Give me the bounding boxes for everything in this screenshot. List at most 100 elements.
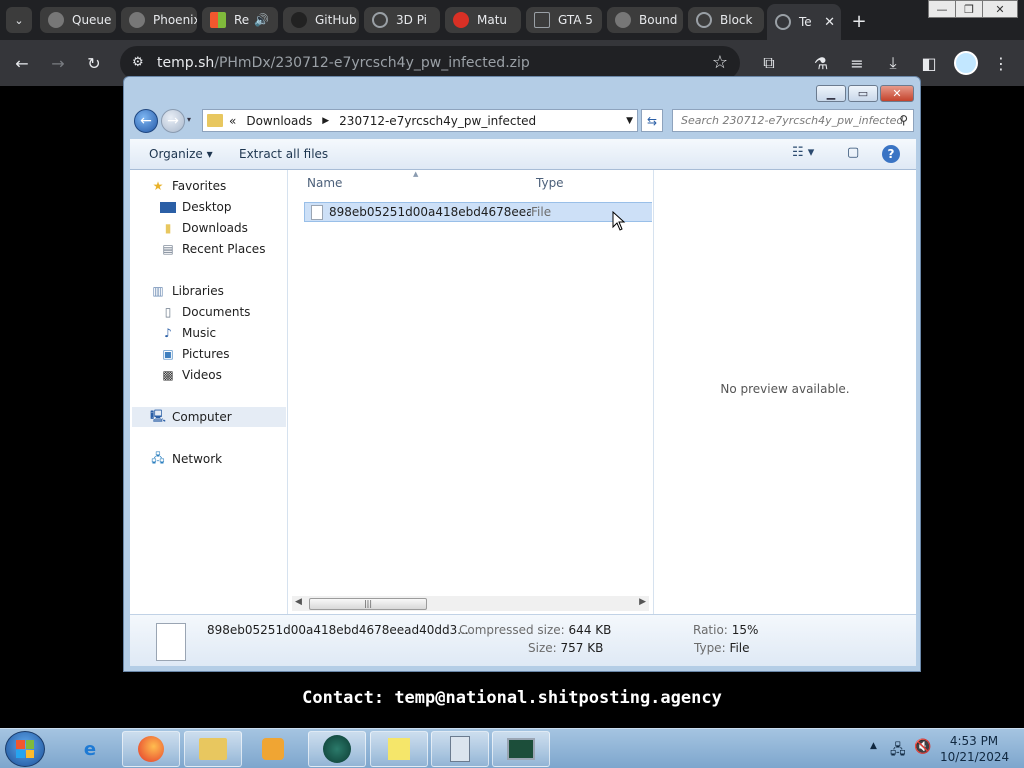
tab-3d-pi[interactable]: 3D Pi [364, 7, 440, 33]
reload-icon[interactable]: ↻ [81, 50, 107, 76]
tab-gta5[interactable]: GTA 5 [526, 7, 602, 33]
extensions-puzzle-icon[interactable]: ⧉ [756, 50, 782, 76]
tab-phoenix[interactable]: Phoenix [121, 7, 197, 33]
site-settings-icon[interactable]: ⚙ [132, 55, 148, 71]
tab-re[interactable]: Re 🔊 [202, 7, 278, 33]
nav-desktop[interactable]: Desktop [160, 197, 232, 217]
breadcrumb-downloads[interactable]: Downloads [246, 114, 312, 128]
labs-flask-icon[interactable]: ⚗ [808, 50, 834, 76]
nav-network[interactable]: 🖧 Network [150, 449, 222, 469]
new-tab-button[interactable]: + [846, 8, 872, 34]
start-button[interactable] [5, 731, 45, 767]
close-window-icon[interactable]: ✕ [982, 0, 1018, 18]
firefox-icon[interactable] [122, 731, 180, 767]
back-arrow-icon[interactable]: ← [9, 50, 35, 76]
recent-places-icon: ▤ [162, 242, 174, 256]
nav-label: Music [182, 326, 217, 340]
scrollbar-thumb[interactable]: ||| [309, 598, 427, 610]
organize-button[interactable]: Organize ▾ [149, 147, 213, 161]
side-panel-icon[interactable]: ◧ [916, 50, 942, 76]
column-header-name[interactable]: Name [307, 176, 342, 190]
explorer-minimize-icon[interactable]: ▁ [816, 85, 846, 102]
preview-pane-icon[interactable]: ▢ [847, 145, 859, 160]
profile-avatar[interactable] [954, 51, 978, 75]
details-filename: 898eb05251d00a418ebd4678eead40dd3... [207, 623, 469, 637]
tab-label: Re [234, 13, 250, 27]
tab-temp-active[interactable]: Te ✕ [767, 4, 841, 40]
forward-button[interactable]: → [161, 109, 185, 133]
show-hidden-icons-icon[interactable]: ▲ [870, 741, 877, 751]
media-control-icon[interactable]: ≡ [844, 50, 870, 76]
speaker-icon[interactable]: 🔊 [254, 13, 269, 27]
scroll-left-icon[interactable]: ◀ [295, 597, 302, 607]
network-tray-icon[interactable]: 🖧 [890, 739, 906, 763]
nav-music[interactable]: ♪ Music [160, 323, 216, 343]
tab-label: GTA 5 [558, 13, 593, 27]
tab-search-chevron-icon[interactable]: ⌄ [6, 7, 32, 33]
nav-downloads[interactable]: ▮ Downloads [160, 218, 248, 238]
column-header-type[interactable]: Type [536, 176, 564, 190]
sticky-notes-icon[interactable] [370, 731, 428, 767]
breadcrumb-separator-icon[interactable]: ▶ [322, 116, 329, 126]
restore-icon[interactable]: ❐ [955, 0, 983, 18]
nav-recent-places[interactable]: ▤ Recent Places [160, 239, 265, 259]
search-input[interactable]: Search 230712-e7yrcsch4y_pw_infected ⚲ [672, 109, 914, 132]
breadcrumb-archive[interactable]: 230712-e7yrcsch4y_pw_infected [339, 114, 536, 128]
system-clock[interactable]: 4:53 PM 10/21/2024 [940, 733, 1009, 765]
music-note-icon: ♪ [164, 326, 172, 340]
pictures-icon: ▣ [162, 347, 174, 361]
nav-libraries[interactable]: ▥ Libraries [150, 281, 224, 301]
search-placeholder: Search 230712-e7yrcsch4y_pw_infected [681, 114, 904, 127]
minimize-icon[interactable]: — [928, 0, 956, 18]
nav-favorites[interactable]: ★ Favorites [150, 176, 227, 196]
explorer-address-bar[interactable]: « Downloads ▶ 230712-e7yrcsch4y_pw_infec… [202, 109, 638, 132]
nav-documents[interactable]: ▯ Documents [160, 302, 251, 322]
contact-email[interactable]: temp@national.shitposting.agency [394, 688, 722, 708]
tab-queue[interactable]: Queue [40, 7, 116, 33]
taskbar: e ▲ 🖧 🔇 4:53 PM 10/21/2024 [0, 728, 1024, 768]
compressed-size-label: Compressed size: [459, 623, 565, 637]
mouse-cursor-icon [612, 211, 626, 231]
nav-pictures[interactable]: ▣ Pictures [160, 344, 229, 364]
calculator-icon[interactable] [431, 731, 489, 767]
file-row[interactable]: 898eb05251d00a418ebd4678eead40... File [304, 202, 652, 222]
search-icon[interactable]: ⚲ [899, 113, 908, 127]
task-manager-icon[interactable] [492, 731, 550, 767]
media-player-icon[interactable] [244, 731, 302, 767]
globe-icon [696, 12, 712, 28]
breadcrumb-overflow[interactable]: « [229, 114, 236, 128]
bookmark-star-icon[interactable]: ☆ [712, 52, 728, 73]
refresh-button[interactable]: ⇆ [641, 109, 663, 132]
explorer-maximize-icon[interactable]: ▭ [848, 85, 878, 102]
browser-app-icon[interactable] [308, 731, 366, 767]
obs-icon [129, 12, 145, 28]
tab-matu[interactable]: Matu [445, 7, 521, 33]
recent-pages-chevron-icon[interactable]: ▾ [187, 115, 191, 124]
explorer-close-icon[interactable]: ✕ [880, 85, 914, 102]
nav-label: Favorites [172, 179, 227, 193]
address-dropdown-icon[interactable]: ▼ [626, 116, 633, 126]
back-button[interactable]: ← [134, 109, 158, 133]
large-file-icon [156, 623, 186, 661]
scroll-right-icon[interactable]: ▶ [639, 597, 646, 607]
obs-icon [615, 12, 631, 28]
nav-videos[interactable]: ▩ Videos [160, 365, 222, 385]
help-icon[interactable]: ? [882, 145, 900, 163]
internet-explorer-icon[interactable]: e [61, 731, 119, 767]
tab-github[interactable]: GitHub [283, 7, 359, 33]
address-bar[interactable]: ⚙ temp.sh/PHmDx/230712-e7yrcsch4y_pw_inf… [120, 46, 740, 80]
horizontal-scrollbar[interactable]: ◀ ||| ▶ [292, 596, 649, 611]
download-icon[interactable]: ⤓ [880, 50, 906, 76]
close-tab-icon[interactable]: ✕ [824, 15, 835, 30]
windows-flag-icon [16, 740, 34, 758]
extract-all-button[interactable]: Extract all files [239, 147, 328, 161]
change-view-icon[interactable]: ☷ ▾ [792, 145, 814, 160]
libraries-icon: ▥ [152, 284, 164, 298]
volume-muted-icon[interactable]: 🔇 [914, 739, 931, 755]
file-explorer-icon[interactable] [184, 731, 242, 767]
forward-arrow-icon[interactable]: → [45, 50, 71, 76]
tab-block[interactable]: Block [688, 7, 764, 33]
nav-computer[interactable]: 🖳 Computer [132, 407, 286, 427]
menu-dots-icon[interactable]: ⋮ [988, 50, 1014, 76]
tab-bound[interactable]: Bound [607, 7, 683, 33]
